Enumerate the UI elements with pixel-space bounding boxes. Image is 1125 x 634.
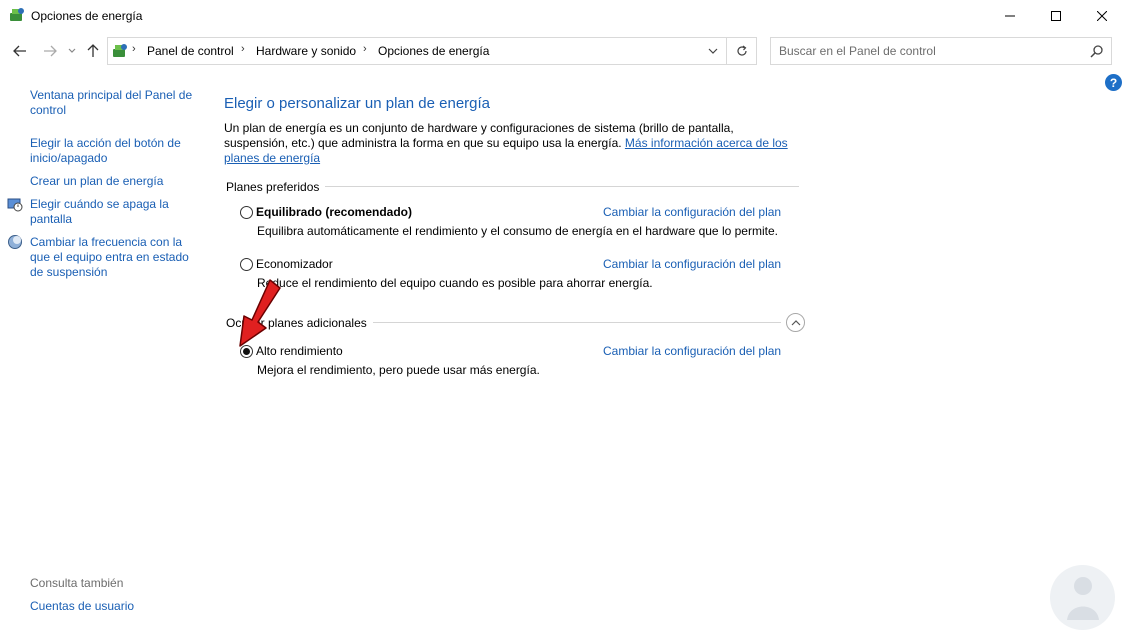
help-icon[interactable]: ? (1105, 74, 1122, 91)
arrow-left-icon (13, 45, 26, 57)
sidebar-screen-off-link[interactable]: Elegir cuándo se apaga la pantalla (30, 197, 169, 227)
page-title: Elegir o personalizar un plan de energía (224, 95, 491, 112)
preferred-plans-heading: Planes preferidos (226, 180, 326, 194)
plan-name-power-saver[interactable]: Economizador (256, 257, 333, 271)
breadcrumb-hardware-sound[interactable]: Hardware y sonido (256, 44, 356, 58)
sidebar-power-button-link[interactable]: Elegir la acción del botón de inicio/apa… (30, 136, 181, 166)
breadcrumb-control-panel[interactable]: Panel de control (147, 44, 234, 58)
sidebar-link-text: Ventana principal del Panel de (30, 88, 193, 102)
breadcrumb-power-options[interactable]: Opciones de energía (378, 44, 489, 58)
plan-description-power-saver: Reduce el rendimiento del equipo cuando … (257, 276, 653, 290)
sidebar-link-text: de suspensión (30, 265, 108, 279)
collapse-additional-plans-button[interactable] (786, 313, 805, 332)
chevron-up-icon (791, 319, 800, 325)
sidebar-link-text: control (30, 103, 67, 117)
moon-sleep-icon (8, 235, 22, 249)
power-options-icon (10, 8, 24, 21)
plan-description-balanced: Equilibra automáticamente el rendimiento… (257, 224, 778, 238)
sidebar-link-text: Cambiar la frecuencia con la (30, 235, 183, 249)
watermark-logo (1050, 565, 1115, 630)
sidebar-home-link[interactable]: Ventana principal del Panel de control (30, 88, 192, 118)
breadcrumb-chevron-icon[interactable]: › (363, 43, 367, 55)
refresh-icon (737, 45, 747, 56)
sidebar-sleep-link[interactable]: Cambiar la frecuencia con la que el equi… (30, 235, 189, 280)
see-also-heading: Consulta también (30, 576, 124, 590)
monitor-clock-icon (7, 198, 23, 212)
sidebar-link-text: que el equipo entra en estado (30, 250, 189, 264)
search-placeholder: Buscar en el Panel de control (779, 44, 936, 58)
change-plan-settings-link-high-performance[interactable]: Cambiar la configuración del plan (603, 344, 781, 358)
plan-description-high-performance: Mejora el rendimiento, pero puede usar m… (257, 363, 540, 377)
window-title: Opciones de energía (31, 9, 143, 23)
search-box[interactable]: Buscar en el Panel de control (770, 37, 1112, 65)
change-plan-settings-link-balanced[interactable]: Cambiar la configuración del plan (603, 205, 781, 219)
annotation-arrow-icon (239, 279, 281, 347)
close-icon (1097, 11, 1107, 21)
sidebar-link-text: inicio/apagado (30, 151, 108, 165)
breadcrumb-chevron-icon[interactable]: › (241, 43, 245, 55)
plan-name-balanced[interactable]: Equilibrado (recomendado) (256, 205, 412, 219)
minimize-button[interactable] (987, 0, 1033, 32)
sidebar-link-text: Elegir la acción del botón de (30, 136, 181, 150)
close-button[interactable] (1079, 0, 1125, 32)
breadcrumb-chevron-icon: › (132, 43, 136, 55)
plan-radio-power-saver[interactable] (240, 258, 253, 271)
sidebar-user-accounts-link[interactable]: Cuentas de usuario (30, 599, 134, 614)
maximize-button[interactable] (1033, 0, 1079, 32)
sidebar-create-plan-link[interactable]: Crear un plan de energía (30, 174, 163, 189)
person-logo-icon (1066, 576, 1099, 620)
plan-radio-balanced[interactable] (240, 206, 253, 219)
control-panel-icon (113, 44, 127, 57)
maximize-icon (1051, 11, 1061, 21)
back-button[interactable] (10, 40, 30, 62)
change-plan-settings-link-power-saver[interactable]: Cambiar la configuración del plan (603, 257, 781, 271)
address-bar[interactable]: › Panel de control › Hardware y sonido ›… (107, 37, 757, 65)
search-icon[interactable] (1090, 44, 1104, 58)
forward-button[interactable] (40, 40, 60, 62)
chevron-down-icon (708, 48, 717, 54)
minimize-icon (1005, 15, 1015, 17)
arrow-right-icon (44, 45, 57, 57)
address-dropdown-button[interactable] (699, 38, 727, 64)
title-bar: Opciones de energía (0, 0, 1125, 32)
sidebar-link-text: Elegir cuándo se apaga la (30, 197, 169, 211)
recent-locations-button[interactable] (66, 40, 78, 62)
refresh-button[interactable] (728, 38, 756, 64)
chevron-down-icon (68, 48, 76, 53)
up-button[interactable] (85, 40, 101, 62)
page-description: Un plan de energía es un conjunto de har… (224, 121, 799, 166)
sidebar-link-text: pantalla (30, 212, 73, 226)
arrow-up-icon (87, 44, 99, 57)
